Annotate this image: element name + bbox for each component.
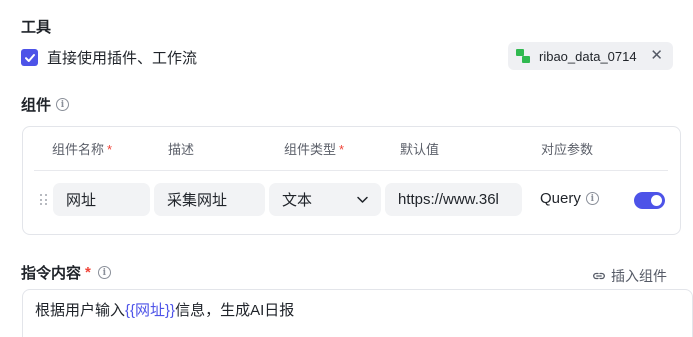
insert-component-label: 插入组件 xyxy=(611,268,667,284)
variable-token: {{网址}} xyxy=(125,302,176,319)
required-mark: * xyxy=(339,142,345,157)
chevron-down-icon xyxy=(357,196,368,203)
header-description: 描述 xyxy=(168,142,195,157)
check-icon xyxy=(24,53,35,62)
instruction-section-title: 指令内容 * i xyxy=(21,262,111,283)
tools-section-title: 工具 xyxy=(21,19,52,36)
required-mark: * xyxy=(107,142,113,157)
header-component-name: 组件名称 * xyxy=(52,142,113,157)
drag-handle-icon[interactable] xyxy=(40,194,48,206)
required-mark: * xyxy=(85,264,91,281)
components-title-text: 组件 xyxy=(21,97,52,114)
use-plugin-label: 直接使用插件、工作流 xyxy=(47,50,198,67)
header-param: 对应参数 xyxy=(541,142,594,157)
info-icon[interactable]: i xyxy=(585,192,599,205)
workflow-tag: ribao_data_0714 ✕ xyxy=(508,42,673,70)
default-value-input[interactable]: https://www.36l xyxy=(385,183,522,216)
link-icon xyxy=(593,272,605,280)
component-name-input[interactable]: 网址 xyxy=(53,183,150,216)
component-desc-input[interactable]: 采集网址 xyxy=(154,183,265,216)
enable-toggle[interactable] xyxy=(634,192,665,209)
close-icon[interactable]: ✕ xyxy=(650,47,663,65)
workflow-tag-label: ribao_data_0714 xyxy=(539,48,637,64)
param-cell: Query i xyxy=(540,190,599,207)
info-icon[interactable]: i xyxy=(56,98,70,111)
use-plugin-checkbox[interactable] xyxy=(21,49,38,66)
toggle-knob xyxy=(651,195,662,206)
header-default-value: 默认值 xyxy=(400,142,440,157)
header-divider xyxy=(34,170,668,171)
param-value: Query xyxy=(540,190,581,207)
instruction-editor[interactable]: 根据用户输入{{网址}}信息，生成AI日报 xyxy=(22,289,693,337)
insert-component-button[interactable]: 插入组件 xyxy=(592,266,667,286)
header-component-type: 组件类型 * xyxy=(284,142,345,157)
workflow-icon xyxy=(516,48,532,64)
instruction-title-text: 指令内容 xyxy=(21,265,82,282)
components-section-title: 组件 i xyxy=(21,94,70,115)
use-plugin-checkbox-row[interactable]: 直接使用插件、工作流 xyxy=(21,47,197,68)
component-type-select[interactable]: 文本 xyxy=(269,183,381,216)
info-icon[interactable]: i xyxy=(97,266,111,279)
